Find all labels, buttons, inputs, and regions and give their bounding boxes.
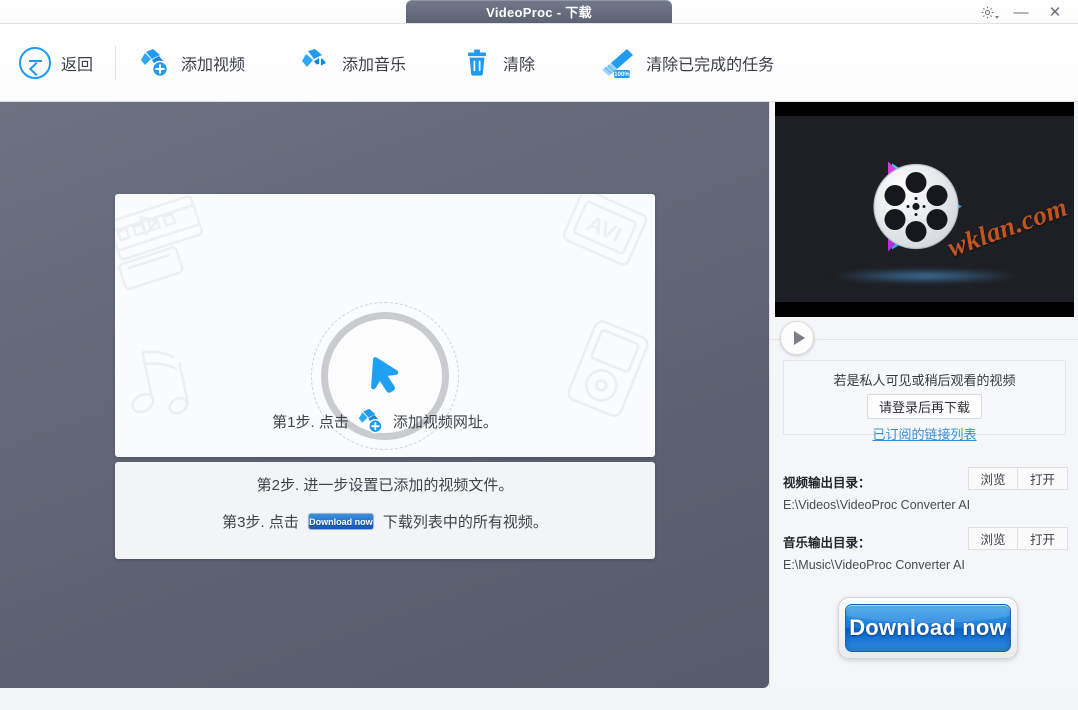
play-icon: [794, 331, 805, 345]
video-browse-button[interactable]: 浏览: [968, 467, 1018, 490]
close-icon: ✕: [1049, 3, 1062, 21]
add-music-label: 添加音乐: [342, 51, 406, 75]
window-title: VideoProc - 下载: [486, 2, 592, 21]
minimize-button[interactable]: —: [1004, 0, 1038, 24]
clear-label: 清除: [503, 51, 535, 75]
chevron-down-icon: [995, 16, 999, 19]
toolbar-divider: [115, 46, 116, 80]
video-open-button[interactable]: 打开: [1018, 467, 1068, 490]
login-button[interactable]: 请登录后再下载: [867, 394, 982, 419]
step1-add-video-icon: [357, 408, 385, 434]
video-preview[interactable]: wklan.com: [775, 102, 1074, 317]
back-label: 返回: [61, 51, 93, 75]
trash-icon: [460, 46, 494, 80]
download-now-label: Download now: [849, 615, 1007, 641]
window-controls: — ✕: [970, 0, 1072, 24]
instruction-step-2: 第2步. 进一步设置已添加的视频文件。: [115, 474, 655, 495]
empty-state-card-group: AVI: [115, 194, 655, 559]
step1-prefix: 第1步. 点击: [272, 411, 349, 432]
music-output-label: 音乐输出目录：: [783, 532, 871, 551]
step3-download-now-chip: Download now: [308, 513, 374, 530]
add-video-button[interactable]: 添加视频: [138, 46, 245, 80]
window-footer: [0, 688, 1078, 710]
add-music-button[interactable]: 添加音乐: [299, 46, 406, 80]
gear-icon[interactable]: [970, 0, 1004, 24]
download-now-wrapper: Download now: [838, 597, 1018, 659]
broom-badge-text: 100%: [614, 71, 630, 78]
film-strip-watermark-icon: [115, 194, 243, 310]
music-output-buttons: 浏览 打开: [968, 527, 1068, 550]
music-browse-button[interactable]: 浏览: [968, 527, 1018, 550]
preview-glow: [830, 268, 1020, 284]
add-video-icon: [138, 46, 172, 80]
add-video-label: 添加视频: [181, 51, 245, 75]
window-tab-downloader[interactable]: VideoProc - 下载: [406, 0, 672, 23]
close-button[interactable]: ✕: [1038, 0, 1072, 24]
video-output-section: 视频输出目录： 浏览 打开 E:\Videos\VideoProc Conver…: [770, 470, 1078, 492]
music-output-section: 音乐输出目录： 浏览 打开 E:\Music\VideoProc Convert…: [770, 530, 1078, 552]
step3-prefix: 第3步. 点击: [222, 511, 299, 532]
step1-suffix: 添加视频网址。: [393, 411, 498, 432]
clear-finished-tasks-label: 清除已完成的任务: [646, 51, 774, 75]
login-note: 若是私人可见或稍后观看的视频: [833, 370, 1015, 389]
video-output-header: 视频输出目录： 浏览 打开: [770, 470, 1078, 492]
login-hint-box: 若是私人可见或稍后观看的视频 请登录后再下载 已订阅的链接列表: [783, 360, 1066, 435]
instruction-step-3: 第3步. 点击 Download now 下载列表中的所有视频。: [115, 511, 655, 532]
drop-zone-card[interactable]: AVI: [115, 194, 655, 457]
video-output-buttons: 浏览 打开: [968, 467, 1068, 490]
svg-text:AVI: AVI: [583, 210, 625, 247]
main-toolbar: 返回 添加视频: [0, 24, 1078, 102]
clear-button[interactable]: 清除: [460, 46, 535, 80]
add-music-icon: [299, 46, 333, 80]
broom-icon: 100%: [597, 46, 637, 80]
videoproc-downloader-window: VideoProc - 下载 — ✕ 返回: [0, 0, 1078, 710]
music-open-button[interactable]: 打开: [1018, 527, 1068, 550]
instructions-card: 第2步. 进一步设置已添加的视频文件。 第3步. 点击 Download now…: [115, 462, 655, 559]
cursor-arrow-icon: [364, 354, 406, 398]
download-list-canvas: AVI: [0, 102, 769, 688]
download-now-button-face: Download now: [845, 604, 1011, 652]
video-output-label: 视频输出目录：: [783, 472, 871, 491]
music-output-header: 音乐输出目录： 浏览 打开: [770, 530, 1078, 552]
title-bar: VideoProc - 下载 — ✕: [0, 0, 1078, 24]
avi-file-watermark-icon: AVI: [536, 194, 655, 306]
back-arrow-icon: [18, 46, 52, 80]
step3-suffix: 下载列表中的所有视频。: [383, 511, 548, 532]
download-now-button[interactable]: Download now: [838, 597, 1018, 659]
step2-text: 第2步. 进一步设置已添加的视频文件。: [257, 474, 514, 495]
preview-controls: [770, 317, 1078, 362]
clear-finished-tasks-button[interactable]: 100% 清除已完成的任务: [597, 46, 774, 80]
play-button[interactable]: [780, 321, 814, 355]
minimize-icon: —: [1014, 4, 1029, 21]
controls-divider: [770, 339, 1078, 340]
instruction-step-1: 第1步. 点击 添加视频网址。: [115, 408, 655, 434]
music-output-path: E:\Music\VideoProc Converter AI: [783, 558, 965, 572]
subscribed-list-link[interactable]: 已订阅的链接列表: [872, 424, 976, 443]
video-preview-frame: wklan.com: [775, 116, 1074, 302]
video-output-path: E:\Videos\VideoProc Converter AI: [783, 498, 970, 512]
back-button[interactable]: 返回: [18, 46, 93, 80]
